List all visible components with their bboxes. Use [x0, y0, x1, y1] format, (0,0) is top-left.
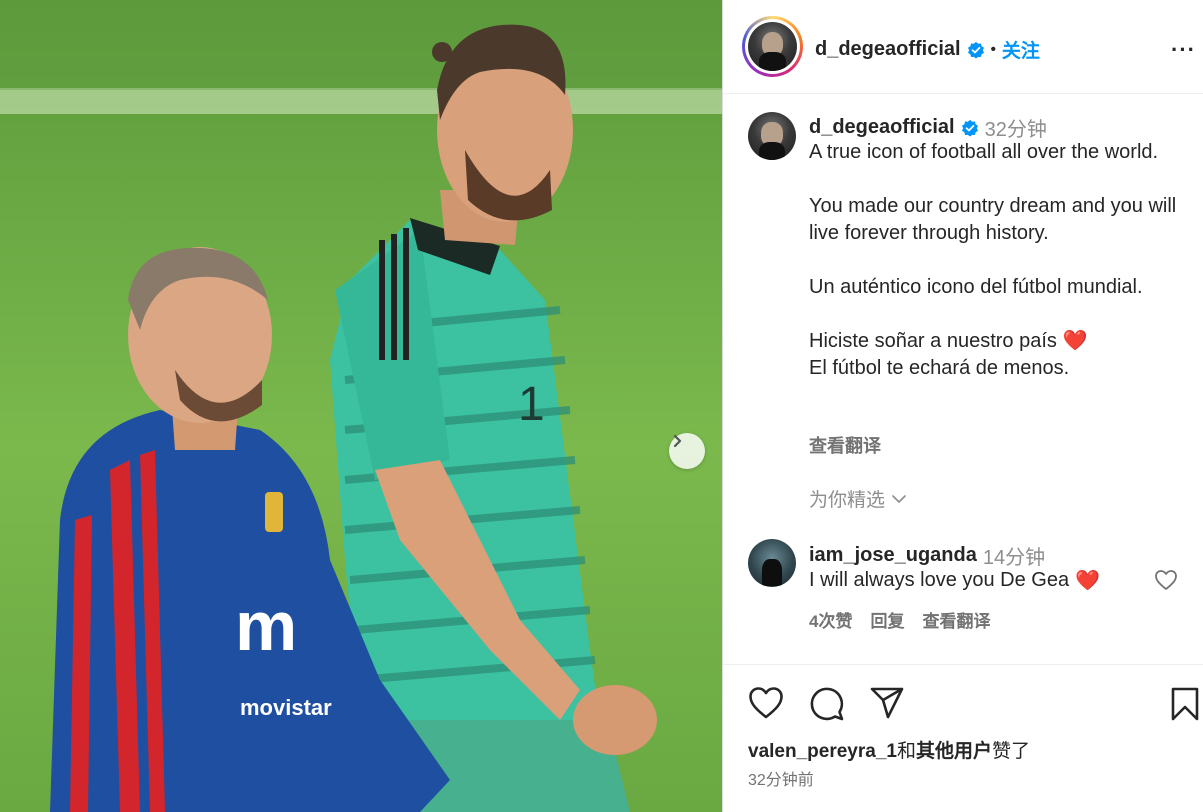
heart-icon: [1155, 570, 1177, 590]
comment-likes-count[interactable]: 4次赞: [809, 607, 852, 632]
chevron-down-icon: [892, 494, 906, 503]
verified-icon: [961, 119, 978, 137]
save-icon[interactable]: [1170, 686, 1200, 722]
for-you-label: 为你精选: [809, 490, 886, 511]
post-header: d_degeaofficial • 关注 ···: [723, 0, 1203, 94]
caption-body-tail: El fútbol te echará de menos.: [809, 357, 1070, 379]
post-timestamp[interactable]: 32分钟前: [748, 766, 814, 790]
svg-text:movistar: movistar: [240, 695, 332, 720]
caption-avatar[interactable]: [748, 112, 796, 160]
likes-user[interactable]: valen_pereyra_1: [748, 741, 897, 762]
likes-others[interactable]: 其他用户: [916, 741, 992, 762]
svg-text:1: 1: [518, 378, 545, 431]
post-side-panel: d_degeaofficial • 关注 ··· d_degeaofficial…: [722, 0, 1203, 812]
comment-text: I will always love you De Gea ❤️: [809, 568, 1100, 593]
caption-header: d_degeaofficial 32分钟: [809, 113, 1047, 142]
header-user: d_degeaofficial • 关注: [815, 36, 1040, 63]
post-actions-bar: [723, 686, 1203, 726]
caption-username[interactable]: d_degeaofficial: [809, 116, 955, 139]
likes-connector: 和: [896, 741, 916, 762]
caption-text: A true icon of football all over the wor…: [809, 139, 1189, 382]
likes-summary: valen_pereyra_1和其他用户赞了: [748, 736, 1030, 763]
more-options-button[interactable]: ···: [1171, 37, 1196, 63]
photo-illustration: 1 m movistar: [0, 0, 722, 812]
comment-body: I will always love you De Gea: [809, 569, 1070, 591]
post-photo[interactable]: 1 m movistar: [0, 0, 722, 812]
avatar: [748, 22, 797, 71]
comment-actions: 4次赞 回复 查看翻译: [809, 607, 990, 632]
comment-avatar[interactable]: [748, 539, 796, 587]
heart-emoji: ❤️: [1062, 330, 1088, 352]
comment-translate-button[interactable]: 查看翻译: [922, 607, 990, 632]
heart-icon[interactable]: [748, 686, 784, 720]
verified-icon: [967, 41, 984, 59]
comment-reply-button[interactable]: 回复: [870, 607, 904, 632]
more-icon: ···: [1171, 37, 1196, 62]
comments-section: d_degeaofficial 32分钟 A true icon of foot…: [723, 95, 1203, 665]
follow-button[interactable]: 关注: [1002, 36, 1040, 63]
separator-dot: •: [990, 41, 996, 58]
likes-suffix: 赞了: [991, 741, 1030, 762]
svg-text:m: m: [235, 587, 297, 665]
next-photo-button[interactable]: [669, 433, 705, 469]
comment-heart-emoji: ❤️: [1075, 570, 1101, 592]
comment-like-button[interactable]: [1154, 569, 1178, 596]
caption-body: A true icon of football all over the wor…: [809, 141, 1177, 352]
see-translation-button[interactable]: 查看翻译: [809, 432, 881, 458]
header-username[interactable]: d_degeaofficial: [815, 38, 961, 61]
story-ring[interactable]: [742, 16, 803, 77]
for-you-filter[interactable]: 为你精选: [809, 485, 907, 512]
comment-icon[interactable]: [809, 686, 845, 722]
caption-time[interactable]: 32分钟: [985, 113, 1047, 142]
comment-header: iam_jose_uganda 14分钟: [809, 541, 1045, 570]
next-arrow-icon: [673, 434, 682, 448]
share-icon[interactable]: [869, 686, 905, 720]
comment-time[interactable]: 14分钟: [983, 541, 1045, 570]
comment-username[interactable]: iam_jose_uganda: [809, 544, 977, 567]
